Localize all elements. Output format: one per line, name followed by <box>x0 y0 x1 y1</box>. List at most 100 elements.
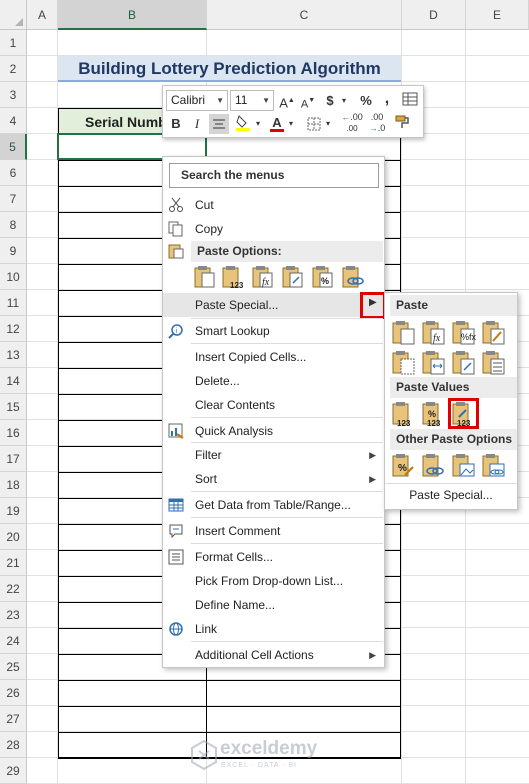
menu-item-additional-actions[interactable]: Additional Cell Actions ▶ <box>163 643 384 667</box>
chevron-down-icon[interactable]: ▾ <box>323 114 333 134</box>
menu-item-insert-comment[interactable]: Insert Comment <box>163 519 384 543</box>
menu-item-insert-copied-cells[interactable]: Insert Copied Cells... <box>163 345 384 369</box>
select-all-corner[interactable] <box>0 0 27 30</box>
fill-color-icon[interactable] <box>234 114 252 134</box>
row-header-2[interactable]: 2 <box>0 56 27 82</box>
row-header-20[interactable]: 20 <box>0 524 27 550</box>
italic-button[interactable]: I <box>188 114 206 134</box>
paste-formulas-icon[interactable]: fx <box>421 320 447 346</box>
column-header-b[interactable]: B <box>58 0 207 30</box>
paste-button-icon[interactable] <box>391 320 417 346</box>
chevron-down-icon[interactable]: ▾ <box>253 114 263 134</box>
column-header-c[interactable]: C <box>207 0 402 30</box>
paste-link-icon[interactable] <box>341 265 365 289</box>
format-painter-icon[interactable] <box>393 114 411 134</box>
paste-values-icon[interactable]: 123 <box>391 401 417 428</box>
column-header-d[interactable]: D <box>402 0 466 30</box>
row-header-27[interactable]: 27 <box>0 706 27 732</box>
submenu-arrow-icon[interactable]: ▶ <box>369 297 377 308</box>
chevron-down-icon[interactable]: ▼ <box>216 91 224 110</box>
row-header-3[interactable]: 3 <box>0 82 27 108</box>
row-header-1[interactable]: 1 <box>0 30 27 56</box>
row-header-28[interactable]: 28 <box>0 732 27 758</box>
paste-column-widths-icon[interactable] <box>421 350 447 376</box>
chevron-down-icon[interactable]: ▼ <box>262 91 270 110</box>
chevron-down-icon[interactable]: ▾ <box>339 91 349 111</box>
row-header-8[interactable]: 8 <box>0 212 27 238</box>
row-header-13[interactable]: 13 <box>0 342 27 368</box>
paste-transpose-icon[interactable] <box>451 350 477 376</box>
row-header-9[interactable]: 9 <box>0 238 27 264</box>
row-header-16[interactable]: 16 <box>0 420 27 446</box>
paste-no-borders-icon[interactable] <box>391 350 417 376</box>
row-header-6[interactable]: 6 <box>0 160 27 186</box>
paste-special-link[interactable]: Paste Special... <box>385 484 517 506</box>
paste-formatting-icon[interactable]: % <box>391 453 417 479</box>
paste-keep-destination-icon[interactable] <box>481 350 507 376</box>
paste-transpose-icon[interactable] <box>281 265 305 289</box>
align-center-button[interactable] <box>209 114 229 134</box>
paste-values-number-format-icon[interactable]: % 123 <box>421 401 447 428</box>
svg-text:fx: fx <box>433 333 441 344</box>
paste-button-icon[interactable] <box>193 265 217 289</box>
menu-item-link[interactable]: Link <box>163 617 384 641</box>
paste-keep-source-icon[interactable] <box>481 320 507 346</box>
font-name-box[interactable]: Calibri ▼ <box>166 90 228 111</box>
menu-item-define-name[interactable]: Define Name... <box>163 593 384 617</box>
comma-style-button[interactable]: , <box>381 89 393 109</box>
menu-item-cut[interactable]: Cut <box>163 193 384 217</box>
menu-item-format-cells[interactable]: Format Cells... <box>163 545 384 569</box>
menu-item-pick-dropdown[interactable]: Pick From Drop-down List... <box>163 569 384 593</box>
menu-item-filter[interactable]: Filter ▶ <box>163 443 384 467</box>
menu-item-delete[interactable]: Delete... <box>163 369 384 393</box>
row-header-26[interactable]: 26 <box>0 680 27 706</box>
paste-formulas-icon[interactable]: fx <box>251 265 275 289</box>
paste-values-icon[interactable]: 123 <box>221 265 245 290</box>
borders-icon[interactable] <box>305 114 323 134</box>
search-menus-input[interactable]: Search the menus <box>169 163 379 188</box>
menu-item-sort[interactable]: Sort ▶ <box>163 467 384 491</box>
row-header-11[interactable]: 11 <box>0 290 27 316</box>
paste-linked-picture-icon[interactable] <box>481 453 507 479</box>
percent-button[interactable]: % <box>358 91 374 111</box>
row-header-21[interactable]: 21 <box>0 550 27 576</box>
menu-item-get-data[interactable]: Get Data from Table/Range... <box>163 493 384 517</box>
menu-item-copy[interactable]: Copy <box>163 217 384 241</box>
menu-item-quick-analysis[interactable]: Quick Analysis <box>163 419 384 443</box>
paste-link-icon[interactable] <box>421 453 447 479</box>
increase-decimal-button[interactable]: ←.00.00 <box>341 112 363 133</box>
grow-font-button[interactable]: A▲ <box>278 91 296 111</box>
paste-formatting-icon[interactable]: % <box>311 265 335 289</box>
menu-item-smart-lookup[interactable]: i Smart Lookup <box>163 319 384 343</box>
column-header-a[interactable]: A <box>27 0 58 30</box>
row-header-7[interactable]: 7 <box>0 186 27 212</box>
row-header-23[interactable]: 23 <box>0 602 27 628</box>
row-header-25[interactable]: 25 <box>0 654 27 680</box>
row-header-12[interactable]: 12 <box>0 316 27 342</box>
row-header-15[interactable]: 15 <box>0 394 27 420</box>
table-row-border <box>58 732 401 733</box>
menu-item-clear-contents[interactable]: Clear Contents <box>163 393 384 417</box>
bold-button[interactable]: B <box>167 114 185 134</box>
row-header-10[interactable]: 10 <box>0 264 27 290</box>
row-header-4[interactable]: 4 <box>0 108 27 134</box>
decrease-decimal-button[interactable]: .00 →.0 <box>366 112 388 133</box>
menu-item-paste-special[interactable]: Paste Special... <box>163 293 384 317</box>
chevron-down-icon[interactable]: ▾ <box>286 114 296 134</box>
font-size-box[interactable]: 11 ▼ <box>230 90 274 111</box>
font-color-button[interactable]: A <box>269 113 285 133</box>
paste-picture-icon[interactable] <box>451 453 477 479</box>
column-header-e[interactable]: E <box>466 0 529 30</box>
row-header-5[interactable]: 5 <box>0 134 27 160</box>
row-header-29[interactable]: 29 <box>0 758 27 784</box>
row-header-19[interactable]: 19 <box>0 498 27 524</box>
row-header-22[interactable]: 22 <box>0 576 27 602</box>
row-header-17[interactable]: 17 <box>0 446 27 472</box>
format-table-icon[interactable] <box>401 91 419 111</box>
row-header-24[interactable]: 24 <box>0 628 27 654</box>
row-header-18[interactable]: 18 <box>0 472 27 498</box>
paste-formulas-number-format-icon[interactable]: %fx <box>451 320 477 346</box>
shrink-font-button[interactable]: A▼ <box>299 91 317 111</box>
row-header-14[interactable]: 14 <box>0 368 27 394</box>
currency-button[interactable]: $ <box>323 91 337 111</box>
